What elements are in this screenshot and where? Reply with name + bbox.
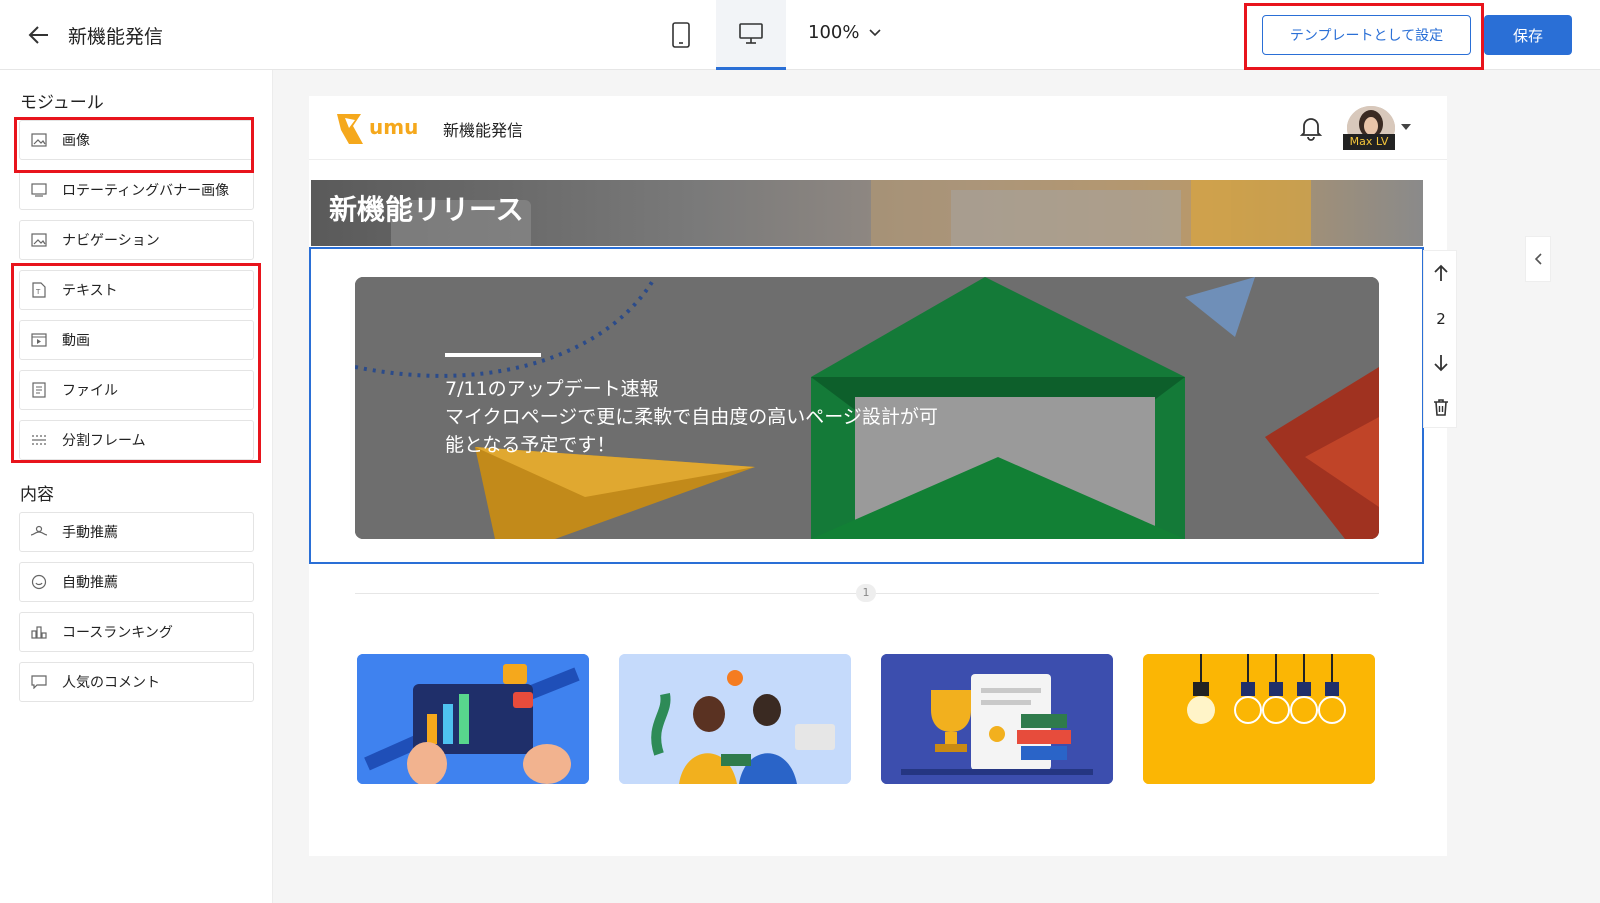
page-header: umu 新機能発信 Max LV <box>309 96 1447 160</box>
content-item-label: 手動推薦 <box>62 525 118 541</box>
course-card-ai-analytics[interactable] <box>357 654 589 784</box>
chevron-down-icon <box>869 28 882 36</box>
desktop-view-button[interactable] <box>716 0 786 70</box>
page-preview: umu 新機能発信 Max LV 新機能リリース 7/11のアップデート速報 マ… <box>309 96 1447 856</box>
module-item-label: テキスト <box>62 283 118 299</box>
content-item-label: 人気のコメント <box>62 675 160 691</box>
file-icon <box>30 381 48 399</box>
content-item-popular-comments[interactable]: 人気のコメント <box>19 662 254 702</box>
divider-number: 1 <box>856 584 876 602</box>
user-name-label: Max LV <box>1343 134 1395 150</box>
svg-text:T: T <box>35 288 41 296</box>
zoom-value: 100% <box>808 22 860 43</box>
editor-canvas: umu 新機能発信 Max LV 新機能リリース 7/11のアップデート速報 マ… <box>273 70 1600 903</box>
course-card-certification[interactable] <box>881 654 1113 784</box>
desktop-icon <box>739 22 763 44</box>
mobile-icon <box>672 22 690 48</box>
hero-title: 新機能リリース <box>329 193 524 226</box>
module-item-navigation[interactable]: ナビゲーション <box>19 220 254 260</box>
module-item-video[interactable]: 動画 <box>19 320 254 360</box>
mobile-view-button[interactable] <box>646 0 716 70</box>
module-toolbar: 2 <box>1423 250 1457 428</box>
modules-section-title: モジュール <box>20 93 104 113</box>
image-icon <box>30 131 48 149</box>
ranking-icon <box>30 623 48 641</box>
trash-icon[interactable] <box>1424 385 1458 429</box>
content-item-label: 自動推薦 <box>62 575 118 591</box>
back-arrow-icon[interactable] <box>26 22 52 48</box>
caret-down-icon[interactable] <box>1401 124 1411 130</box>
move-down-arrow-icon[interactable] <box>1424 341 1458 385</box>
content-item-label: コースランキング <box>62 625 173 641</box>
banner-text-line-2: マイクロページで更に柔軟で自由度の高いページ設計が可 <box>445 406 938 428</box>
navigation-icon <box>30 231 48 249</box>
banner-text-line-1: 7/11のアップデート速報 <box>445 378 659 400</box>
logo-text: umu <box>369 115 418 139</box>
content-item-course-ranking[interactable]: コースランキング <box>19 612 254 652</box>
module-item-label: 分割フレーム <box>62 433 146 449</box>
module-item-image[interactable]: 画像 <box>19 120 254 160</box>
module-item-label: ナビゲーション <box>62 233 160 249</box>
umu-logo: umu <box>335 108 425 150</box>
module-item-label: 画像 <box>62 133 90 149</box>
module-sidebar: モジュール 画像 ロテーティングバナー画像 ナビゲーション T テキスト 動画 … <box>0 70 273 903</box>
move-up-arrow-icon[interactable] <box>1424 251 1458 295</box>
module-item-label: ロテーティングバナー画像 <box>62 183 230 199</box>
module-item-label: ファイル <box>62 383 118 399</box>
video-icon <box>30 331 48 349</box>
page-title: 新機能発信 <box>443 121 524 140</box>
divider-icon <box>30 431 48 449</box>
content-item-auto-recommend[interactable]: 自動推薦 <box>19 562 254 602</box>
banner-accent-line <box>445 353 541 357</box>
manual-recommend-icon <box>30 523 48 541</box>
module-item-file[interactable]: ファイル <box>19 370 254 410</box>
selected-banner-module[interactable]: 7/11のアップデート速報 マイクロページで更に柔軟で自由度の高いページ設計が可… <box>309 247 1424 564</box>
module-index: 2 <box>1436 310 1446 328</box>
content-section-title: 内容 <box>20 485 54 505</box>
course-card-ideas[interactable] <box>1143 654 1375 784</box>
banner-text-line-3: 能となる予定です！ <box>445 434 616 456</box>
banner-icon <box>30 181 48 199</box>
module-item-text[interactable]: T テキスト <box>19 270 254 310</box>
comment-icon <box>30 673 48 691</box>
course-card-team-discussion[interactable] <box>619 654 851 784</box>
banner-text: 7/11のアップデート速報 マイクロページで更に柔軟で自由度の高いページ設計が可… <box>445 375 985 459</box>
auto-recommend-icon <box>30 573 48 591</box>
hero-banner: 新機能リリース <box>311 180 1423 246</box>
app-title: 新機能発信 <box>68 26 164 48</box>
content-item-manual-recommend[interactable]: 手動推薦 <box>19 512 254 552</box>
top-bar: 新機能発信 100% テンプレートとして設定 保存 <box>0 0 1600 70</box>
save-button[interactable]: 保存 <box>1484 15 1572 55</box>
zoom-select[interactable]: 100% <box>808 22 882 43</box>
module-item-label: 動画 <box>62 333 90 349</box>
module-item-rotating-banner[interactable]: ロテーティングバナー画像 <box>19 170 254 210</box>
set-as-template-button[interactable]: テンプレートとして設定 <box>1262 15 1471 55</box>
banner-image: 7/11のアップデート速報 マイクロページで更に柔軟で自由度の高いページ設計が可… <box>355 277 1379 539</box>
text-icon: T <box>30 281 48 299</box>
bell-icon[interactable] <box>1297 114 1325 142</box>
chevron-left-icon[interactable] <box>1525 236 1551 282</box>
module-item-split-frame[interactable]: 分割フレーム <box>19 420 254 460</box>
